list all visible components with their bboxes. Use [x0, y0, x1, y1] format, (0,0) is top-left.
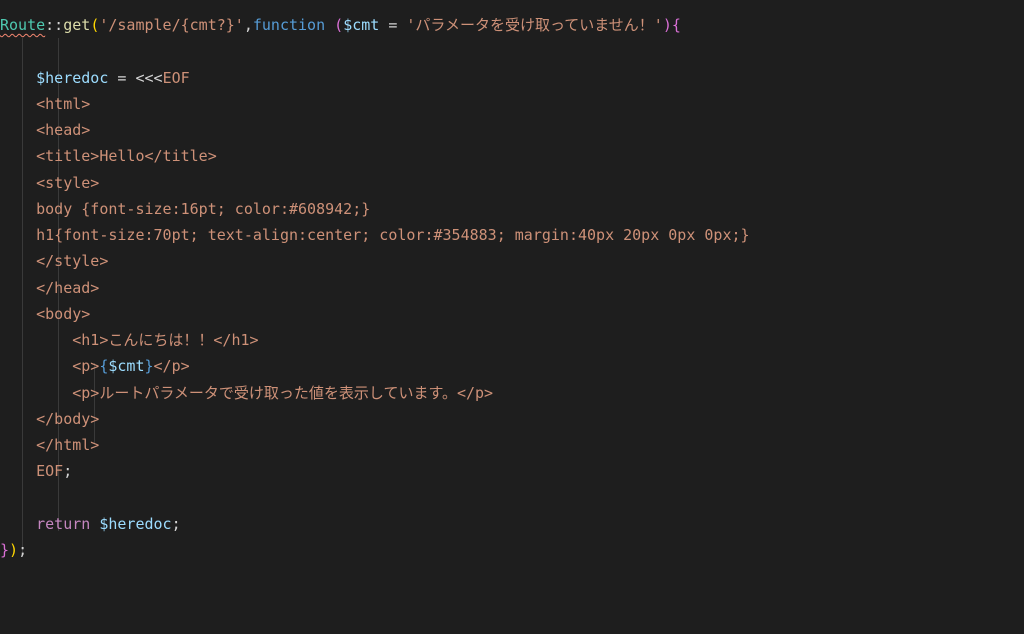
keyword-function: function — [253, 16, 334, 34]
code-line-20[interactable]: return $heredoc; — [0, 511, 1024, 537]
paren-open: ( — [334, 16, 343, 34]
heredoc-content: </head> — [36, 279, 99, 297]
heredoc-content: <style> — [36, 174, 99, 192]
comma: , — [244, 16, 253, 34]
code-line-12[interactable]: <body> — [0, 301, 1024, 327]
code-editor[interactable]: Route::get('/sample/{cmt?}',function ($c… — [0, 0, 1024, 575]
heredoc-content: </p> — [154, 357, 190, 375]
heredoc-open: = <<< — [108, 69, 162, 87]
code-line-10[interactable]: </style> — [0, 248, 1024, 274]
heredoc-label: EOF — [163, 69, 190, 87]
interp-brace: } — [145, 357, 154, 375]
paren-close: ) — [9, 541, 18, 559]
semicolon: ; — [18, 541, 27, 559]
code-line-5[interactable]: <head> — [0, 117, 1024, 143]
heredoc-content: <h1> — [72, 331, 108, 349]
heredoc-content: <html> — [36, 95, 90, 113]
string-literal: 'パラメータを受け取っていません！' — [406, 16, 662, 34]
heredoc-content: <p> — [72, 357, 99, 375]
code-line-19[interactable] — [0, 485, 1024, 511]
code-line-16[interactable]: </body> — [0, 406, 1024, 432]
code-line-15[interactable]: <p>ルートパラメータで受け取った値を表示しています。</p> — [0, 380, 1024, 406]
semicolon: ; — [172, 515, 181, 533]
code-line-11[interactable]: </head> — [0, 275, 1024, 301]
heredoc-content: h1{font-size:70pt; text-align:center; co… — [36, 226, 749, 244]
code-line-1[interactable]: Route::get('/sample/{cmt?}',function ($c… — [0, 12, 1024, 38]
heredoc-content: </html> — [36, 436, 99, 454]
heredoc-content: <body> — [36, 305, 90, 323]
string-literal: '/sample/{cmt?}' — [99, 16, 244, 34]
brace-open: { — [672, 16, 681, 34]
heredoc-content: </h1> — [213, 331, 258, 349]
code-line-4[interactable]: <html> — [0, 91, 1024, 117]
heredoc-content: </title> — [145, 147, 217, 165]
heredoc-content: こんにちは！！ — [108, 331, 213, 349]
heredoc-content: </body> — [36, 410, 99, 428]
code-line-8[interactable]: body {font-size:16pt; color:#608942;} — [0, 196, 1024, 222]
paren-close: ) — [663, 16, 672, 34]
code-line-9[interactable]: h1{font-size:70pt; text-align:center; co… — [0, 222, 1024, 248]
code-line-3[interactable]: $heredoc = <<<EOF — [0, 65, 1024, 91]
heredoc-content: Hello — [99, 147, 144, 165]
heredoc-content: <head> — [36, 121, 90, 139]
keyword-return: return — [36, 515, 99, 533]
code-line-7[interactable]: <style> — [0, 170, 1024, 196]
operator-eq: = — [379, 16, 406, 34]
class-name: Route — [0, 16, 45, 34]
paren-open: ( — [90, 16, 99, 34]
brace-close: } — [0, 541, 9, 559]
method-name: get — [63, 16, 90, 34]
code-line-17[interactable]: </html> — [0, 432, 1024, 458]
code-line-21[interactable]: }); — [0, 537, 1024, 563]
variable: $heredoc — [99, 515, 171, 533]
heredoc-label: EOF — [36, 462, 63, 480]
variable: $cmt — [343, 16, 379, 34]
code-line-18[interactable]: EOF; — [0, 458, 1024, 484]
code-line-2[interactable] — [0, 38, 1024, 64]
heredoc-content: ルートパラメータで受け取った値を表示しています。 — [99, 384, 457, 402]
code-line-13[interactable]: <h1>こんにちは！！</h1> — [0, 327, 1024, 353]
semicolon: ; — [63, 462, 72, 480]
variable: $cmt — [108, 357, 144, 375]
scope-operator: :: — [45, 16, 63, 34]
heredoc-content: <title> — [36, 147, 99, 165]
heredoc-content: </style> — [36, 252, 108, 270]
code-line-14[interactable]: <p>{$cmt}</p> — [0, 353, 1024, 379]
code-line-6[interactable]: <title>Hello</title> — [0, 143, 1024, 169]
heredoc-content: <p> — [72, 384, 99, 402]
heredoc-content: </p> — [457, 384, 493, 402]
heredoc-content: body {font-size:16pt; color:#608942;} — [36, 200, 370, 218]
variable: $heredoc — [36, 69, 108, 87]
